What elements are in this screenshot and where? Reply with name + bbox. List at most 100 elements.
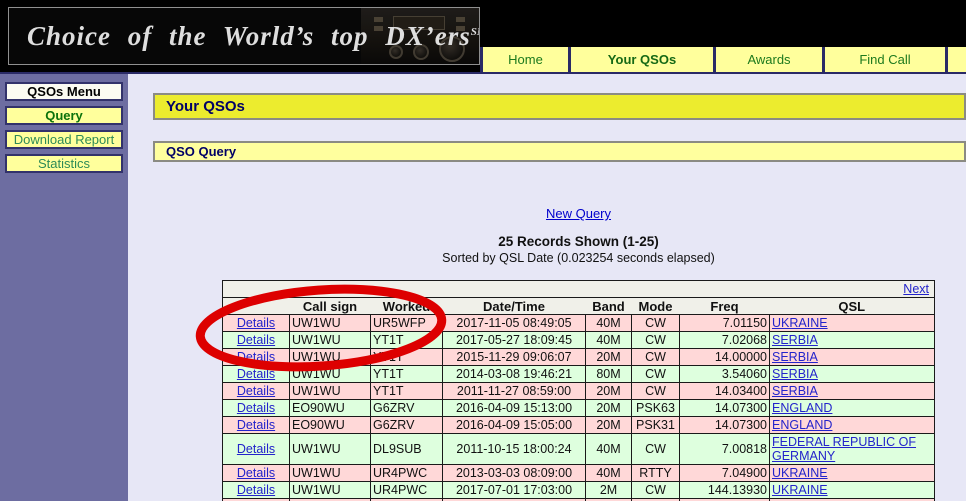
qso-row: Details UW1WU YT1T 2011-11-27 08:59:00 20M CW… [222,382,935,400]
worked-cell: YT1T [370,365,443,383]
sidebar-item-query[interactable]: Query [5,106,123,125]
qsl-cell: UKRAINE [769,481,935,499]
qsl-country-link[interactable]: ENGLAND [772,401,832,415]
band-cell: 20M [585,399,632,417]
call-sign-cell: UW1WU [289,365,371,383]
details-cell: Details [222,433,290,465]
details-link[interactable]: Details [237,418,275,432]
details-link[interactable]: Details [237,384,275,398]
call-sign-cell: UW1WU [289,481,371,499]
datetime-cell: 2014-03-08 19:46:21 [442,365,586,383]
details-cell: Details [222,416,290,434]
mode-cell: CW [631,314,680,332]
col-header-mode: Mode [631,297,680,315]
freq-cell: 14.07300 [679,416,770,434]
details-link[interactable]: Details [237,367,275,381]
details-cell: Details [222,365,290,383]
tab-find-call[interactable]: Find Call [822,47,945,72]
qso-row: Details UW1WU YT1T 2014-03-08 19:46:21 80M CW… [222,365,935,383]
qsl-cell: SERBIA [769,348,935,366]
call-sign-cell: UW1WU [289,331,371,349]
qsl-cell: FEDERAL REPUBLIC OF GERMANY [769,433,935,465]
qsl-country-link[interactable]: UKRAINE [772,316,828,330]
freq-cell: 14.07300 [679,399,770,417]
worked-cell: YT1T [370,382,443,400]
details-link[interactable]: Details [237,442,275,456]
qso-row: Details UW1WU YT1T 2017-05-27 18:09:45 40M CW… [222,331,935,349]
call-sign-cell: EO90WU [289,416,371,434]
call-sign-cell: UW1WU [289,382,371,400]
freq-cell: 14.03400 [679,382,770,400]
qsl-country-link[interactable]: FEDERAL REPUBLIC OF GERMANY [772,435,916,463]
details-link[interactable]: Details [237,466,275,480]
band-cell: 2M [585,481,632,499]
worked-cell: UR5WFP [370,314,443,332]
mode-cell: CW [631,481,680,499]
qso-row: Details UW1WU YT1T 2015-11-29 09:06:07 20M CW… [222,348,935,366]
details-link[interactable]: Details [237,333,275,347]
qsl-country-link[interactable]: SERBIA [772,350,818,364]
band-cell: 20M [585,416,632,434]
sidebar-item-download-report[interactable]: Download Report [5,130,123,149]
worked-cell: YT1T [370,331,443,349]
details-link[interactable]: Details [237,401,275,415]
details-cell: Details [222,314,290,332]
sidebar-item-statistics[interactable]: Statistics [5,154,123,173]
mode-cell: CW [631,348,680,366]
freq-cell: 7.04900 [679,464,770,482]
freq-cell: 144.13930 [679,481,770,499]
details-link[interactable]: Details [237,350,275,364]
tab-partial-cropped[interactable] [945,47,966,72]
mode-cell: CW [631,331,680,349]
col-header-freq: Freq [679,297,770,315]
mode-cell: CW [631,382,680,400]
col-header-call-sign: Call sign [289,297,371,315]
records-summary: 25 Records Shown (1-25) [498,234,659,249]
details-cell: Details [222,331,290,349]
datetime-cell: 2015-11-29 09:06:07 [442,348,586,366]
new-query-link[interactable]: New Query [546,206,611,221]
sidebar: QSOs Menu Query Download Report Statisti… [0,74,128,501]
qsl-cell: UKRAINE [769,464,935,482]
table-header-row: Call sign Worked Date/Time Band Mode Fre… [222,297,935,315]
details-cell: Details [222,348,290,366]
band-cell: 40M [585,464,632,482]
call-sign-cell: UW1WU [289,314,371,332]
mode-cell: PSK63 [631,399,680,417]
band-cell: 40M [585,314,632,332]
sidebar-title: QSOs Menu [5,82,123,101]
band-cell: 40M [585,433,632,465]
freq-cell: 3.54060 [679,365,770,383]
section-title-qso-query: QSO Query [153,141,966,162]
details-cell: Details [222,481,290,499]
qsl-country-link[interactable]: UKRAINE [772,466,828,480]
datetime-cell: 2011-10-15 18:00:24 [442,433,586,465]
details-link[interactable]: Details [237,316,275,330]
worked-cell: YT1T [370,348,443,366]
datetime-cell: 2016-04-09 15:13:00 [442,399,586,417]
datetime-cell: 2017-07-01 17:03:00 [442,481,586,499]
qso-table-body: Details UW1WU UR5WFP 2017-11-05 08:49:05 40M… [222,314,935,501]
datetime-cell: 2016-04-09 15:05:00 [442,416,586,434]
tab-your-qsos[interactable]: Your QSOs [568,47,713,72]
qsl-cell: SERBIA [769,382,935,400]
new-query-line: New Query [222,206,935,221]
servicemark-symbol: SM [470,26,479,38]
mode-cell: CW [631,433,680,465]
qsl-country-link[interactable]: ENGLAND [772,418,832,432]
tab-awards[interactable]: Awards [713,47,822,72]
band-cell: 20M [585,348,632,366]
datetime-cell: 2017-11-05 08:49:05 [442,314,586,332]
details-cell: Details [222,464,290,482]
results-zone: New Query 25 Records Shown (1-25) Sorted… [222,206,935,501]
details-link[interactable]: Details [237,483,275,497]
qsl-country-link[interactable]: SERBIA [772,384,818,398]
qsl-country-link[interactable]: SERBIA [772,333,818,347]
next-page-link[interactable]: Next [903,282,929,296]
qsl-cell: SERBIA [769,365,935,383]
qsl-country-link[interactable]: SERBIA [772,367,818,381]
qsl-country-link[interactable]: UKRAINE [772,483,828,497]
qso-row: Details EO90WU G6ZRV 2016-04-09 15:13:00 20M… [222,399,935,417]
band-cell: 80M [585,365,632,383]
tab-home[interactable]: Home [480,47,568,72]
